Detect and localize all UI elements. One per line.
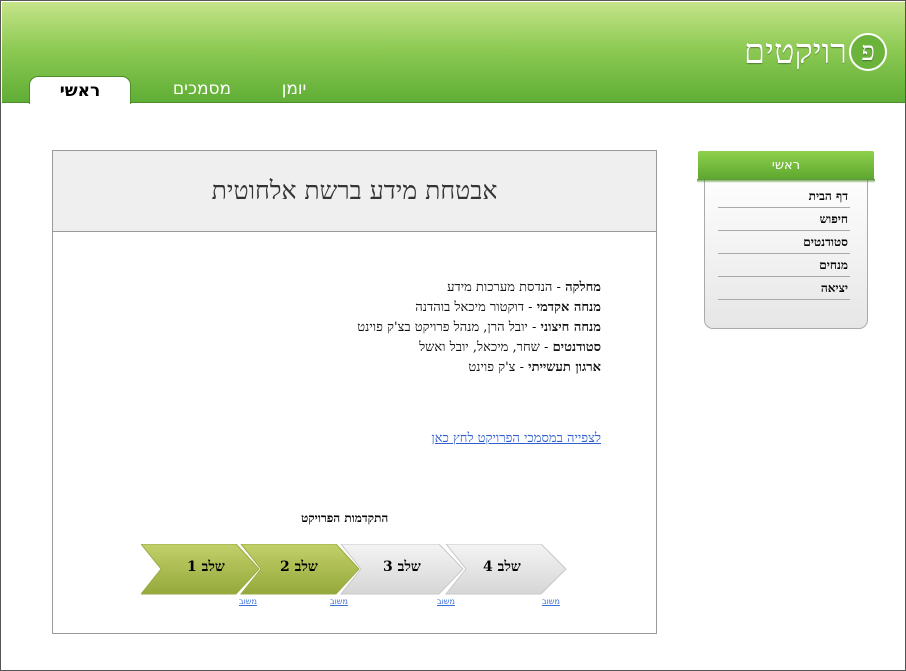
sidebar-item-home[interactable]: דף הבית <box>718 185 850 208</box>
stage-4-label: שלב 4 <box>483 559 521 575</box>
stage-1-label: שלב 1 <box>187 559 225 575</box>
sidebar-item-logout[interactable]: יציאה <box>718 277 850 300</box>
header-bar: פ רויקטים ראשי מסמכים יומן <box>2 2 905 104</box>
logo-badge-icon: פ <box>849 33 887 71</box>
tab-documents[interactable]: מסמכים <box>162 76 242 102</box>
documents-link[interactable]: לצפייה במסמכי הפרויקט לחץ כאן <box>431 430 601 446</box>
sidebar-title: ראשי <box>697 151 875 183</box>
tab-main[interactable]: ראשי <box>29 76 131 104</box>
sidebar-item-advisors[interactable]: מנחים <box>718 254 850 277</box>
stage-4-feedback-link[interactable]: משוב <box>542 597 560 606</box>
sidebar-item-search[interactable]: חיפוש <box>718 208 850 231</box>
site-logo[interactable]: פ רויקטים <box>744 32 887 72</box>
project-title: אבטחת מידע ברשת אלחוטית <box>53 151 656 232</box>
info-row-department: מחלקה - הנדסת מערכות מידע <box>447 280 601 295</box>
tab-diary[interactable]: יומן <box>264 76 324 102</box>
progress-title: התקדמות הפרויקט <box>301 511 389 525</box>
sidebar: ראשי דף הבית חיפוש סטודנטים מנחים יציאה <box>697 151 875 331</box>
info-row-academic-advisor: מנחה אקדמי - דוקטור מיכאל בוהדנה <box>415 300 601 315</box>
info-row-external-advisor: מנחה חיצוני - יובל הרן, מנהל פרויקט בצ'ק… <box>357 320 601 335</box>
sidebar-item-students[interactable]: סטודנטים <box>718 231 850 254</box>
stage-2-feedback-link[interactable]: משוב <box>330 597 348 606</box>
info-row-students: סטודנטים - שחר, מיכאל, יובל ואשל <box>419 340 601 355</box>
stage-3-label: שלב 3 <box>383 559 421 575</box>
progress-stages: שלב 1 שלב 2 שלב 3 שלב 4 משוב משוב משוב מ… <box>141 544 571 606</box>
project-info: מחלקה - הנדסת מערכות מידע מנחה אקדמי - ד… <box>357 278 601 378</box>
stage-1-feedback-link[interactable]: משוב <box>239 597 257 606</box>
logo-text: רויקטים <box>743 32 847 72</box>
info-row-organization: ארגון תעשייתי - צ'ק פוינט <box>468 360 601 375</box>
stage-3-feedback-link[interactable]: משוב <box>437 597 455 606</box>
project-panel: אבטחת מידע ברשת אלחוטית מחלקה - הנדסת מע… <box>52 150 657 634</box>
stage-2-label: שלב 2 <box>280 559 318 575</box>
sidebar-items: דף הבית חיפוש סטודנטים מנחים יציאה <box>718 185 850 300</box>
app-frame: פ רויקטים ראשי מסמכים יומן אבטחת מידע בר… <box>0 0 906 671</box>
